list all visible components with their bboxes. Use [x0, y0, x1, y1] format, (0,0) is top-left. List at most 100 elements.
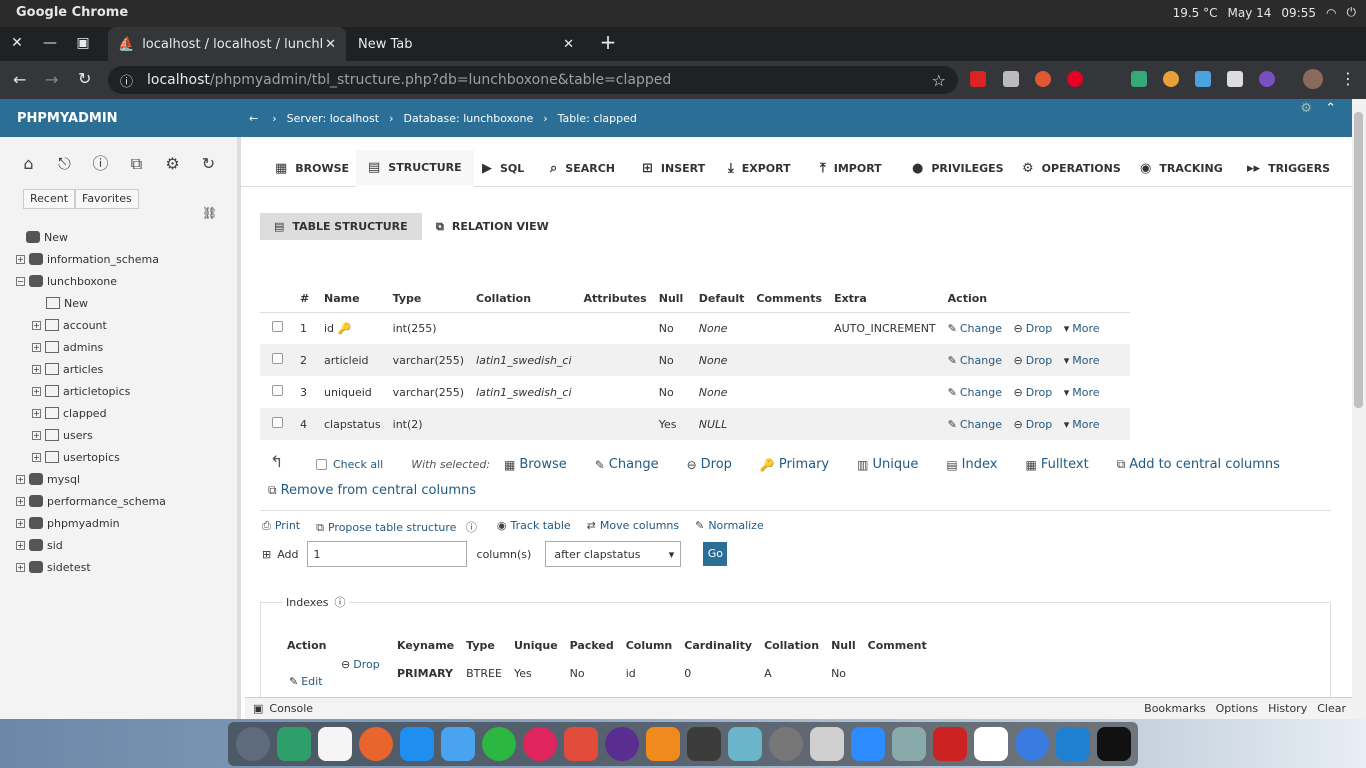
change-button[interactable]: ✎ Change: [948, 386, 1002, 399]
tree-item[interactable]: + account: [16, 314, 166, 336]
tab-tracking[interactable]: ◉ TRACKING: [1128, 150, 1235, 187]
go-button[interactable]: Go: [703, 542, 728, 566]
change-button[interactable]: ✎ Change: [948, 354, 1002, 367]
collapse-icon[interactable]: −: [16, 276, 25, 286]
firefox-icon[interactable]: [359, 727, 393, 761]
col-header[interactable]: Comments: [750, 286, 828, 312]
remove-central-button[interactable]: ⧉ Remove from central columns: [268, 483, 490, 498]
tab-export[interactable]: ⤓ EXPORT: [716, 150, 803, 187]
subtab-table-structure[interactable]: ▤ TABLE STRUCTURE: [260, 213, 422, 240]
expand-icon[interactable]: +: [32, 386, 41, 396]
settings-gear-icon[interactable]: ⚙: [164, 155, 181, 172]
tree-item[interactable]: + users: [16, 424, 166, 446]
browser-tab-phpmyadmin[interactable]: ⛵ localhost / localhost / lunchb ✕: [108, 27, 346, 61]
app-store-icon[interactable]: [400, 727, 434, 761]
console-history[interactable]: History: [1268, 702, 1307, 715]
tree-item[interactable]: + mysql: [16, 468, 166, 490]
tab-sql[interactable]: ▶ SQL: [470, 150, 536, 187]
extension-icon[interactable]: [1003, 71, 1019, 87]
tree-item[interactable]: New: [16, 226, 166, 248]
row-checkbox[interactable]: [271, 417, 283, 428]
console-bookmarks[interactable]: Bookmarks: [1144, 702, 1205, 715]
books-icon[interactable]: [646, 727, 680, 761]
check-all[interactable]: Check all: [316, 458, 397, 471]
drop-button[interactable]: ⊖ Drop: [1014, 354, 1053, 367]
trash-icon[interactable]: [810, 727, 844, 761]
tree-item[interactable]: + sidetest: [16, 556, 166, 578]
col-header[interactable]: Collation: [470, 286, 577, 312]
extension-icon[interactable]: [1163, 71, 1179, 87]
bookmark-star-icon[interactable]: ☆: [932, 71, 946, 90]
change-button[interactable]: ✎ Change: [948, 322, 1002, 335]
favorites-button[interactable]: Favorites: [75, 189, 139, 209]
tab-structure[interactable]: ▤ STRUCTURE: [356, 150, 474, 187]
expand-icon[interactable]: +: [16, 254, 25, 264]
fulltext-selected-button[interactable]: ▦ Fulltext: [1025, 457, 1102, 472]
normalize-link[interactable]: ✎ Normalize: [695, 519, 764, 535]
terminal-icon[interactable]: [1097, 727, 1131, 761]
subtab-relation-view[interactable]: ⧉ RELATION VIEW: [422, 213, 563, 240]
whatsapp-icon[interactable]: [482, 727, 516, 761]
maximize-window-icon[interactable]: ▣: [73, 35, 93, 51]
finder-icon[interactable]: [441, 727, 475, 761]
expand-icon[interactable]: +: [32, 342, 41, 352]
info-icon[interactable]: ⓘ: [120, 71, 133, 90]
more-button[interactable]: ▾ More: [1064, 418, 1100, 431]
expand-icon[interactable]: +: [16, 474, 25, 484]
expand-icon[interactable]: +: [32, 364, 41, 374]
tab-privileges[interactable]: ● PRIVILEGES: [900, 150, 1016, 187]
index-edit-button[interactable]: ✎ Edit: [289, 675, 323, 688]
index-drop-button[interactable]: ⊖ Drop: [341, 658, 380, 671]
extension-icon[interactable]: [970, 71, 986, 87]
maps-icon[interactable]: [277, 727, 311, 761]
tab-insert[interactable]: ⊞ INSERT: [630, 150, 717, 187]
add-central-button[interactable]: ⧉ Add to central columns: [1117, 457, 1294, 472]
tree-item[interactable]: − lunchboxone: [16, 270, 166, 292]
reload-icon[interactable]: ↻: [78, 69, 91, 88]
change-selected-button[interactable]: ✎ Change: [595, 457, 673, 472]
app-icon[interactable]: [523, 727, 557, 761]
change-button[interactable]: ✎ Change: [948, 418, 1002, 431]
propose-structure-link[interactable]: ⧉ Propose table structure ⓘ: [316, 519, 481, 535]
preview-icon[interactable]: [892, 727, 926, 761]
chrome-menu-icon[interactable]: ⋮: [1340, 69, 1356, 88]
tree-item[interactable]: + admins: [16, 336, 166, 358]
system-preferences-icon[interactable]: [769, 727, 803, 761]
expand-icon[interactable]: +: [32, 430, 41, 440]
breadcrumb-server[interactable]: Server: localhost: [287, 112, 379, 125]
tab-operations[interactable]: ⚙ OPERATIONS: [1010, 150, 1133, 187]
console-options[interactable]: Options: [1216, 702, 1258, 715]
tree-item[interactable]: New: [16, 292, 166, 314]
recent-button[interactable]: Recent: [23, 189, 76, 209]
console-clear[interactable]: Clear: [1317, 702, 1346, 715]
extension-icon[interactable]: [1259, 71, 1275, 87]
breadcrumb-database[interactable]: Database: lunchboxone: [404, 112, 534, 125]
expand-icon[interactable]: +: [32, 452, 41, 462]
zoom-icon[interactable]: [851, 727, 885, 761]
more-button[interactable]: ▾ More: [1064, 322, 1100, 335]
expand-icon[interactable]: +: [32, 320, 41, 330]
docs-info-icon[interactable]: ⓘ: [92, 155, 109, 172]
screen-record-icon[interactable]: [933, 727, 967, 761]
tab-import[interactable]: ⤒ IMPORT: [808, 150, 894, 187]
tab-triggers[interactable]: ▸▸ TRIGGERS: [1235, 150, 1342, 187]
tree-item[interactable]: + phpmyadmin: [16, 512, 166, 534]
expand-icon[interactable]: +: [32, 408, 41, 418]
profile-avatar[interactable]: [1303, 69, 1323, 89]
tab-browse[interactable]: ▦ BROWSE: [263, 150, 361, 187]
tree-item[interactable]: + clapped: [16, 402, 166, 424]
check-all-checkbox[interactable]: [316, 459, 327, 470]
tree-item[interactable]: + information_schema: [16, 248, 166, 270]
row-checkbox[interactable]: [271, 321, 283, 333]
pinterest-icon[interactable]: [1067, 71, 1083, 87]
close-tab-icon[interactable]: ✕: [563, 37, 574, 52]
drop-selected-button[interactable]: ⊖ Drop: [687, 457, 746, 472]
extension-icon[interactable]: [1035, 71, 1051, 87]
wifi-icon[interactable]: ◠: [1326, 6, 1336, 20]
extension-icon[interactable]: [1227, 71, 1243, 87]
back-icon[interactable]: ←: [13, 70, 26, 89]
chrome-icon[interactable]: [1015, 727, 1049, 761]
extension-icon[interactable]: [1195, 71, 1211, 87]
close-window-icon[interactable]: ✕: [7, 35, 27, 51]
expand-icon[interactable]: +: [16, 540, 25, 550]
